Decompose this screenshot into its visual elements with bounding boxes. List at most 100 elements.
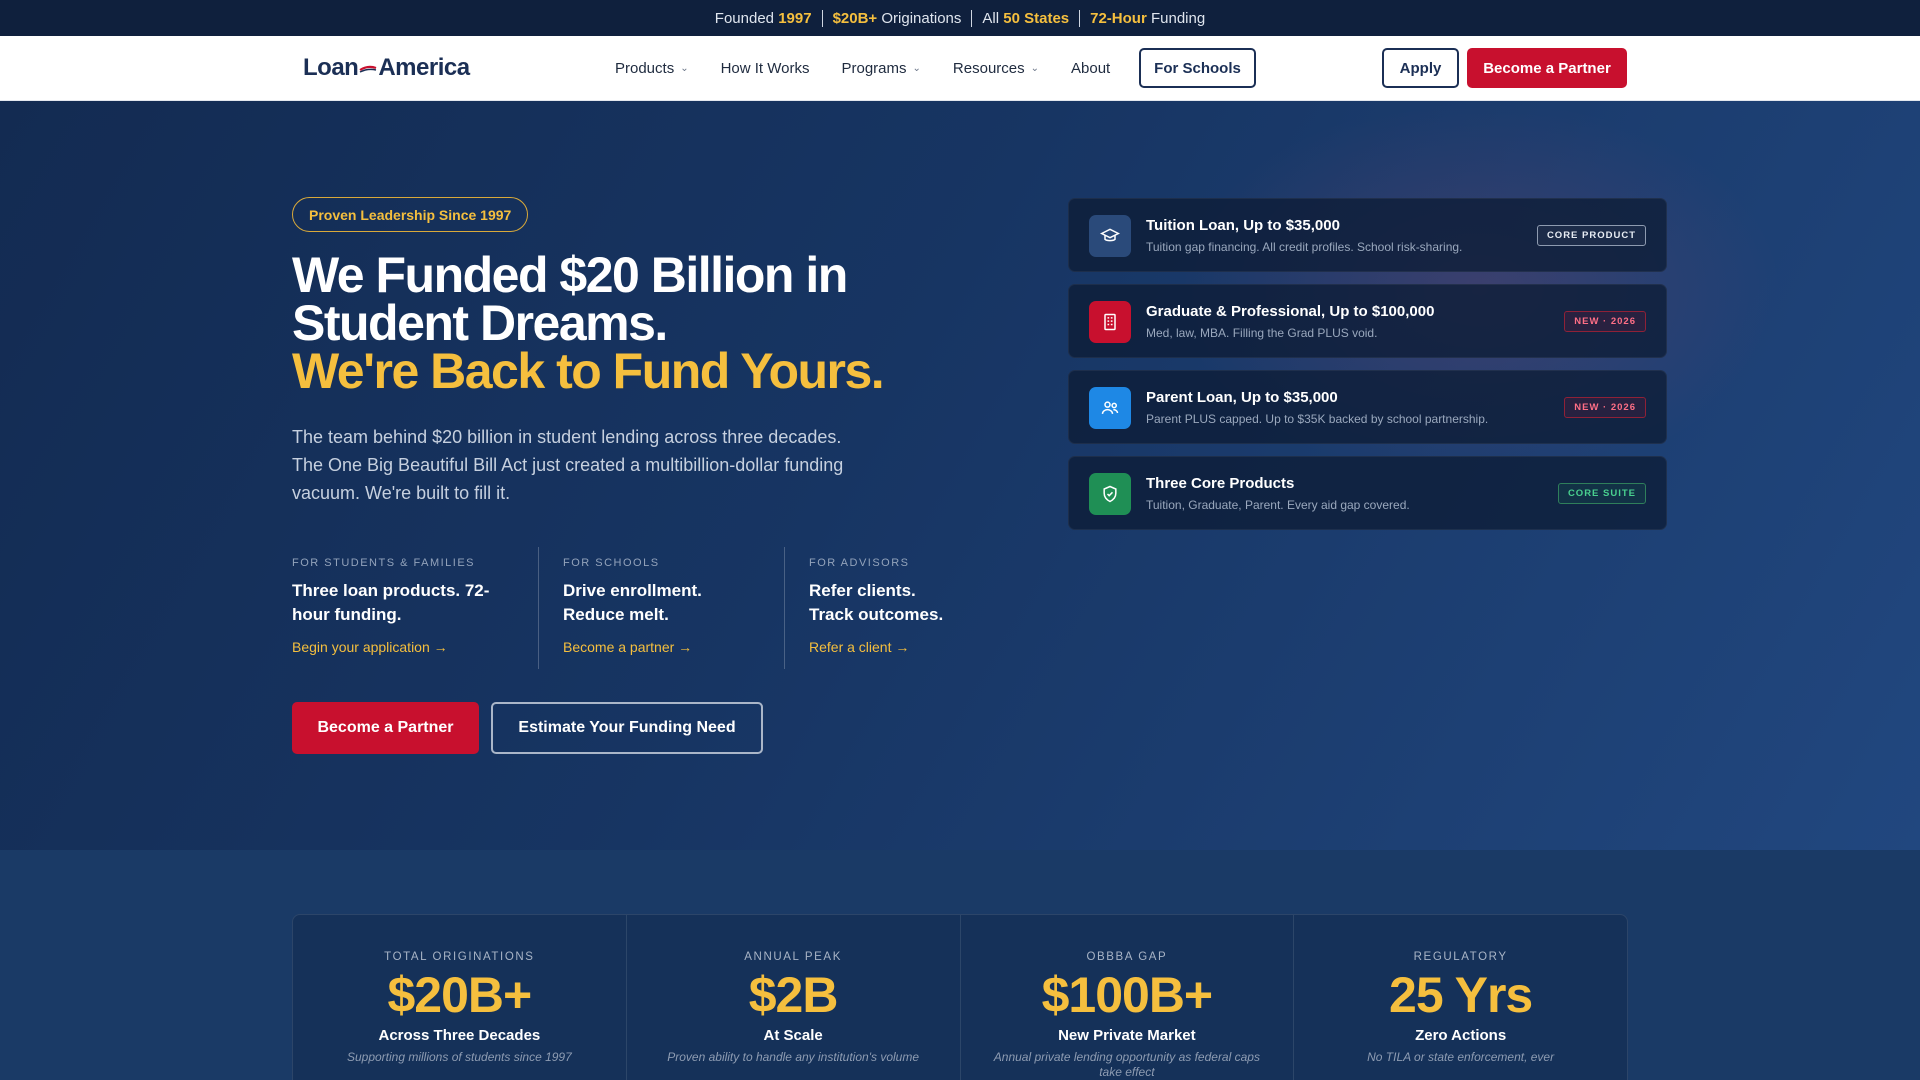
states-value: 50 States — [1003, 9, 1070, 27]
audience-columns: FOR STUDENTS & FAMILIES Three loan produ… — [292, 547, 984, 669]
hero-title-line-2: Student Dreams. — [292, 295, 668, 351]
card-title: Parent Loan, Up to $35,000 — [1146, 389, 1338, 406]
logo-text-america: America — [378, 54, 470, 81]
stat-value: 25 Yrs — [1389, 967, 1533, 1023]
product-card-tuition[interactable]: Tuition Loan, Up to $35,000 Tuition gap … — [1068, 198, 1667, 272]
stats-panel: TOTAL ORIGINATIONS $20B+ Across Three De… — [292, 914, 1628, 1080]
audience-students: FOR STUDENTS & FAMILIES Three loan produ… — [292, 547, 538, 669]
stat-label: ANNUAL PEAK — [744, 951, 842, 963]
funding-stat: 72-Hour Funding — [1079, 9, 1215, 27]
stat-total-originations: TOTAL ORIGINATIONS $20B+ Across Three De… — [293, 915, 626, 1080]
states-stat: All 50 States — [971, 9, 1079, 27]
shield-check-icon — [1089, 473, 1131, 515]
hero-section: Proven Leadership Since 1997 We Funded $… — [0, 101, 1920, 850]
announcement-bar: Founded 1997 $20B+ Originations All 50 S… — [0, 0, 1920, 36]
product-cards: Tuition Loan, Up to $35,000 Tuition gap … — [1068, 198, 1667, 542]
chevron-down-icon: ⌄ — [680, 63, 689, 74]
audience-tag: FOR SCHOOLS — [563, 557, 660, 569]
begin-application-link[interactable]: Begin your application → — [292, 639, 514, 655]
card-badge: CORE SUITE — [1557, 483, 1646, 504]
stat-note: No TILA or state enforcement, ever — [1367, 1050, 1555, 1064]
stat-value: $2B — [748, 967, 839, 1023]
card-subtitle: Tuition gap financing. All credit profil… — [1146, 240, 1463, 254]
for-schools-button[interactable]: For Schools — [1139, 48, 1256, 88]
stat-note: Proven ability to handle any institution… — [667, 1050, 919, 1064]
nav-item-about[interactable]: About — [1071, 60, 1110, 77]
product-card-graduate[interactable]: Graduate & Professional, Up to $100,000 … — [1068, 284, 1667, 358]
funding-value: 72-Hour — [1090, 9, 1147, 27]
founded-year: 1997 — [778, 9, 812, 27]
stat-note: Supporting millions of students since 19… — [346, 1050, 572, 1064]
chevron-down-icon: ⌄ — [1030, 63, 1040, 74]
stat-caption: At Scale — [763, 1027, 823, 1044]
become-partner-link[interactable]: Become a partner → — [563, 639, 760, 655]
graduation-cap-icon — [1089, 215, 1131, 257]
refer-client-link[interactable]: Refer a client → — [809, 639, 960, 655]
building-icon — [1089, 301, 1131, 343]
hero-title-highlight: We're Back to Fund Yours. — [292, 343, 885, 399]
stat-label: TOTAL ORIGINATIONS — [384, 951, 535, 963]
originations-value: $20B+ — [832, 9, 878, 27]
originations-label: Originations — [877, 9, 962, 27]
card-badge: CORE PRODUCT — [1536, 225, 1646, 246]
users-icon — [1089, 387, 1131, 429]
hero-title-line-1: We Funded $20 Billion in — [292, 247, 848, 303]
stat-caption: Across Three Decades — [378, 1027, 541, 1044]
nav-links: Products ⌄ How It Works Programs ⌄ Resourc… — [615, 36, 1142, 101]
audience-tag: FOR ADVISORS — [809, 557, 910, 569]
product-card-core-suite[interactable]: Three Core Products Tuition, Graduate, P… — [1068, 456, 1667, 530]
stat-label: OBBBA GAP — [1086, 951, 1168, 963]
nav-item-how-it-works[interactable]: How It Works — [721, 60, 810, 77]
nav-item-resources[interactable]: Resources ⌄ — [953, 60, 1039, 77]
nav-label: Resources — [952, 60, 1025, 77]
become-partner-nav-button[interactable]: Become a Partner — [1467, 48, 1627, 88]
become-partner-button[interactable]: Become a Partner — [292, 702, 479, 754]
stat-obbba-gap: OBBBA GAP $100B+ New Private Market Annu… — [959, 915, 1294, 1080]
card-title: Tuition Loan, Up to $35,000 — [1146, 217, 1340, 234]
stat-value: $100B+ — [1041, 967, 1214, 1023]
states-label: All — [982, 9, 1004, 27]
logo[interactable]: Loan America — [303, 54, 470, 82]
audience-schools: FOR SCHOOLS Drive enrollment. Reduce mel… — [538, 547, 784, 669]
stats-section: TOTAL ORIGINATIONS $20B+ Across Three De… — [0, 850, 1920, 1080]
hero-lead: The team behind $20 billion in student l… — [292, 427, 844, 503]
nav-label: About — [1071, 60, 1111, 77]
card-badge: NEW · 2026 — [1564, 397, 1646, 418]
card-subtitle: Tuition, Graduate, Parent. Every aid gap… — [1146, 498, 1410, 512]
stat-caption: Zero Actions — [1415, 1027, 1507, 1044]
funding-label: Funding — [1146, 9, 1206, 27]
card-title: Graduate & Professional, Up to $100,000 — [1146, 303, 1435, 320]
card-badge: NEW · 2026 — [1564, 311, 1646, 332]
founded-label: Founded — [714, 9, 779, 27]
audience-tag: FOR STUDENTS & FAMILIES — [292, 557, 476, 569]
estimate-funding-button[interactable]: Estimate Your Funding Need — [491, 702, 763, 754]
nav-label: Programs — [841, 60, 907, 77]
stat-value: $20B+ — [387, 967, 533, 1023]
apply-button[interactable]: Apply — [1382, 48, 1459, 88]
stat-regulatory: REGULATORY 25 Yrs Zero Actions No TILA o… — [1293, 915, 1627, 1080]
card-title: Three Core Products — [1146, 475, 1295, 492]
founded-stat: Founded 1997 — [705, 10, 822, 27]
flag-swoosh-icon — [359, 65, 377, 73]
nav-item-programs[interactable]: Programs ⌄ — [842, 60, 921, 77]
audience-title: Three loan products. 72-hour funding. — [292, 581, 490, 624]
nav-label: Products — [615, 60, 675, 77]
stat-annual-peak: ANNUAL PEAK $2B At Scale Proven ability … — [625, 915, 960, 1080]
logo-text-loan: Loan — [303, 54, 359, 81]
main-navigation: Loan America Products ⌄ How It Works Prog… — [0, 36, 1920, 101]
card-subtitle: Med, law, MBA. Filling the Grad PLUS voi… — [1146, 326, 1378, 340]
hero-title: We Funded $20 Billion in Student Dreams.… — [292, 247, 1012, 399]
stat-label: REGULATORY — [1413, 951, 1508, 963]
stat-caption: New Private Market — [1058, 1027, 1196, 1044]
audience-advisors: FOR ADVISORS Refer clients. Track outcom… — [784, 547, 984, 669]
nav-item-products[interactable]: Products ⌄ — [615, 60, 689, 77]
chevron-down-icon: ⌄ — [912, 63, 921, 74]
nav-label: How It Works — [720, 60, 810, 77]
card-subtitle: Parent PLUS capped. Up to $35K backed by… — [1146, 412, 1489, 426]
originations-stat: $20B+ Originations — [821, 9, 972, 27]
audience-title: Drive enrollment. Reduce melt. — [563, 581, 702, 624]
product-card-parent[interactable]: Parent Loan, Up to $35,000 Parent PLUS c… — [1068, 370, 1667, 444]
stat-note: Annual private lending opportunity as fe… — [993, 1050, 1260, 1079]
audience-title: Refer clients. Track outcomes. — [809, 581, 944, 624]
leadership-pill: Proven Leadership Since 1997 — [292, 197, 529, 232]
